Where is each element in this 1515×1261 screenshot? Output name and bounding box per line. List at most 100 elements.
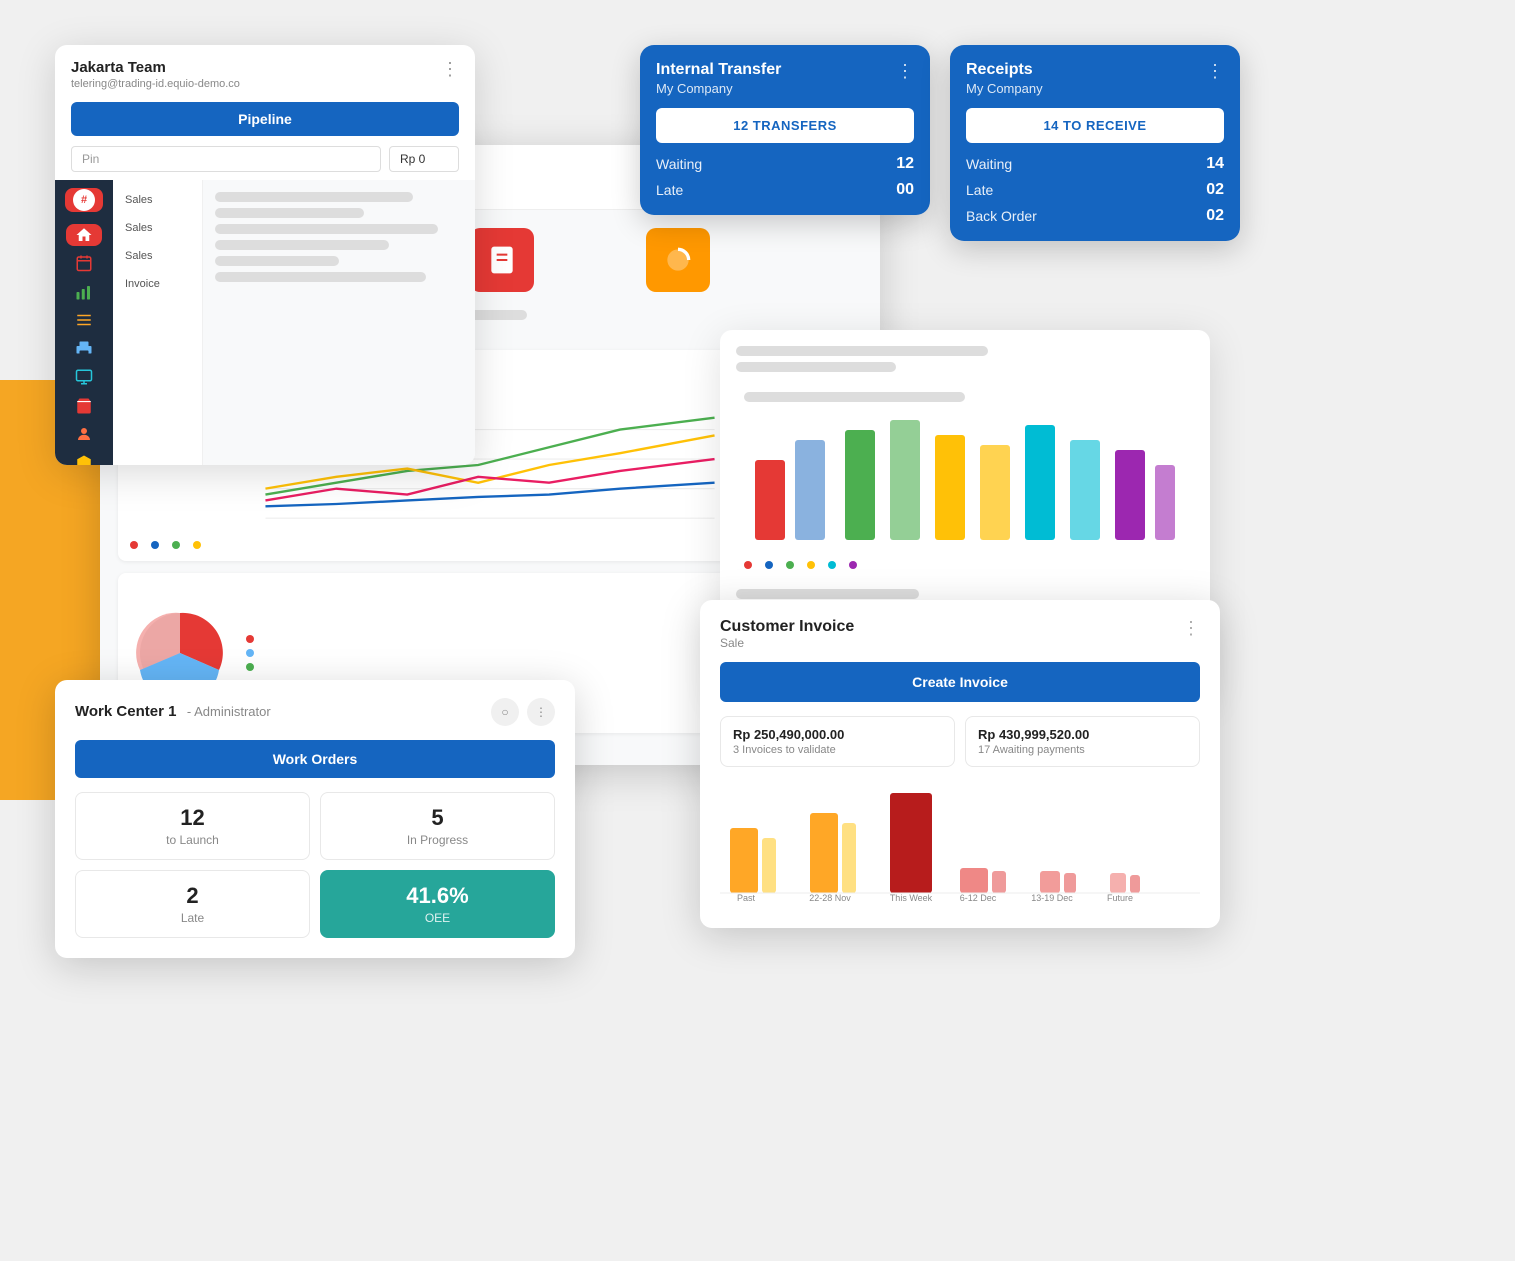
nav-item-sales1[interactable]: Sales	[113, 186, 202, 214]
inv-header: Customer Invoice Sale ⋮	[720, 618, 1200, 650]
bc-legend-cyan	[828, 561, 839, 569]
jakarta-header: Jakarta Team telering@trading-id.equio-d…	[55, 45, 475, 98]
nav-item-sales2[interactable]: Sales	[113, 214, 202, 242]
wc-stat-launch: 12 to Launch	[75, 792, 310, 860]
transfer-header: Internal Transfer My Company ⋮	[656, 61, 914, 96]
legend-yellow	[193, 541, 204, 549]
svg-text:13-19 Dec: 13-19 Dec	[1031, 893, 1073, 903]
wc-stats-grid: 12 to Launch 5 In Progress 2 Late 41.6% …	[75, 792, 555, 938]
sidebar-item-chart[interactable]	[66, 281, 102, 303]
transfer-stat-late: Late 00	[656, 181, 914, 199]
transfer-info: Internal Transfer My Company	[656, 61, 781, 96]
legend-red	[130, 541, 141, 549]
transfer-menu-icon[interactable]: ⋮	[896, 61, 914, 82]
wc-stat-oee: 41.6% OEE	[320, 870, 555, 938]
inv-amount-validate-label: 3 Invoices to validate	[733, 744, 942, 756]
create-invoice-button[interactable]: Create Invoice	[720, 662, 1200, 702]
sidebar-item-monitor[interactable]	[66, 366, 102, 388]
work-center-window: Work Center 1 - Administrator ○ ⋮ Work O…	[55, 680, 575, 958]
inv-amount-awaiting: Rp 430,999,520.00 17 Awaiting payments	[965, 716, 1200, 767]
wc-stat-inprogress: 5 In Progress	[320, 792, 555, 860]
svg-text:6-12 Dec: 6-12 Dec	[960, 893, 997, 903]
inv-menu-icon[interactable]: ⋮	[1182, 618, 1200, 639]
inv-amount-validate: Rp 250,490,000.00 3 Invoices to validate	[720, 716, 955, 767]
widget-circle[interactable]	[646, 228, 710, 292]
sidebar-item-list[interactable]	[66, 309, 102, 331]
right-panel-bar1	[736, 346, 988, 356]
receipts-info: Receipts My Company	[966, 61, 1043, 96]
bar-chart-card	[736, 384, 1194, 577]
sidebar-item-package[interactable]	[66, 451, 102, 465]
wc-header: Work Center 1 - Administrator ○ ⋮	[75, 698, 555, 726]
wc-stat-late-label: Late	[88, 911, 297, 925]
transfer-title: Internal Transfer	[656, 61, 781, 79]
bc-legend-red	[744, 561, 755, 569]
bc-legend-blue	[765, 561, 776, 569]
content-bar-3	[215, 224, 438, 234]
widget-doc[interactable]	[470, 228, 534, 292]
inv-amount-awaiting-value: Rp 430,999,520.00	[978, 727, 1187, 742]
wc-stat-inprogress-label: In Progress	[333, 833, 542, 847]
invoice-bar-chart-svg: Past 22-28 Nov This Week 6-12 Dec 13-19 …	[720, 783, 1200, 903]
receipts-stat-waiting: Waiting 14	[966, 155, 1224, 173]
pie-legend-red	[246, 635, 257, 643]
wc-icon-circle[interactable]: ○	[491, 698, 519, 726]
jakarta-menu-icon[interactable]: ⋮	[441, 59, 459, 80]
sidebar-item-calendar[interactable]	[66, 252, 102, 274]
sidebar-item-cart[interactable]	[66, 395, 102, 417]
bar-chart-legend	[744, 561, 1186, 569]
transfer-subtitle: My Company	[656, 81, 781, 96]
nav-item-sales3[interactable]: Sales	[113, 242, 202, 270]
wc-title: Work Center 1	[75, 703, 176, 720]
content-bar-4	[215, 240, 389, 250]
internal-transfer-card: Internal Transfer My Company ⋮ 12 TRANSF…	[640, 45, 930, 215]
widget-spacer3	[550, 228, 630, 292]
work-orders-button[interactable]: Work Orders	[75, 740, 555, 778]
receipts-action-button[interactable]: 14 TO RECEIVE	[966, 108, 1224, 143]
jakarta-email: telering@trading-id.equio-demo.co	[71, 78, 240, 90]
pie-legend	[246, 635, 257, 671]
receipts-late-value: 02	[1206, 181, 1224, 199]
sidebar-logo-icon: #	[73, 189, 95, 211]
sidebar-active-item[interactable]	[66, 224, 102, 246]
sidebar-item-user[interactable]	[66, 423, 102, 445]
receipts-stats: Waiting 14 Late 02 Back Order 02	[966, 155, 1224, 225]
bc-legend-purple	[849, 561, 860, 569]
bar-chart-title	[744, 392, 965, 402]
inv-title: Customer Invoice	[720, 618, 854, 636]
transfer-late-label: Late	[656, 182, 683, 198]
legend-green	[172, 541, 183, 549]
transfer-action-button[interactable]: 12 TRANSFERS	[656, 108, 914, 143]
nav-item-invoice[interactable]: Invoice	[113, 270, 202, 298]
content-bar-1	[215, 192, 413, 202]
receipts-header: Receipts My Company ⋮	[966, 61, 1224, 96]
inv-amount-validate-value: Rp 250,490,000.00	[733, 727, 942, 742]
transfer-waiting-value: 12	[896, 155, 914, 173]
wc-title-area: Work Center 1 - Administrator	[75, 703, 271, 721]
pipeline-button[interactable]: Pipeline	[71, 102, 459, 136]
bc-legend-yellow	[807, 561, 818, 569]
content-bar-5	[215, 256, 339, 266]
wc-menu-icon[interactable]: ⋮	[527, 698, 555, 726]
bc-legend-green	[786, 561, 797, 569]
jakarta-title: Jakarta Team	[71, 59, 240, 76]
receipts-backorder-label: Back Order	[966, 208, 1037, 224]
receipts-menu-icon[interactable]: ⋮	[1206, 61, 1224, 82]
svg-text:Future: Future	[1107, 893, 1133, 903]
transfer-late-value: 00	[896, 181, 914, 199]
svg-text:Past: Past	[737, 893, 756, 903]
jakarta-team-window: Jakarta Team telering@trading-id.equio-d…	[55, 45, 475, 465]
customer-invoice-window: Customer Invoice Sale ⋮ Create Invoice R…	[700, 600, 1220, 928]
legend-blue	[151, 541, 162, 549]
wc-stat-launch-number: 12	[88, 805, 297, 831]
jakarta-nav-sidebar: Sales Sales Sales Invoice	[113, 180, 203, 465]
jakarta-info: Jakarta Team telering@trading-id.equio-d…	[71, 59, 240, 90]
jakarta-search-box[interactable]: Pin	[71, 146, 381, 172]
inv-amount-awaiting-label: 17 Awaiting payments	[978, 744, 1187, 756]
jakarta-search-value: Rp 0	[389, 146, 459, 172]
wc-subtitle: - Administrator	[187, 704, 271, 719]
receipts-stat-backorder: Back Order 02	[966, 207, 1224, 225]
horiz-section-title	[736, 589, 919, 599]
jakarta-search-row: Pin Rp 0	[55, 146, 475, 180]
sidebar-item-print[interactable]	[66, 338, 102, 360]
